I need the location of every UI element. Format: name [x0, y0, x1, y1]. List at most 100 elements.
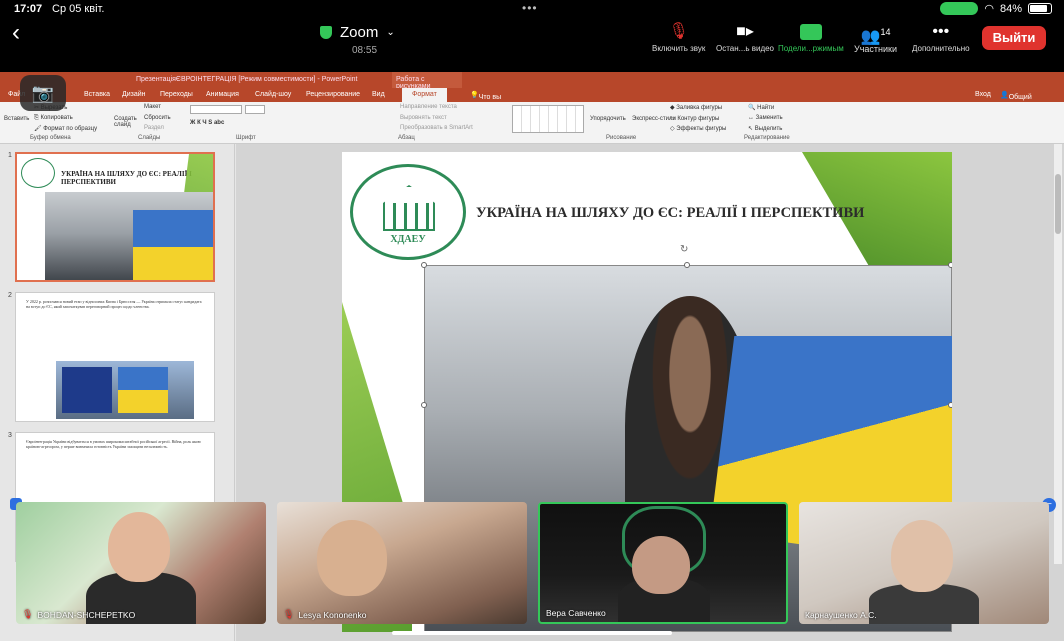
- scrollbar-thumb[interactable]: [1055, 174, 1061, 234]
- thumb-logo: [21, 158, 55, 188]
- find-label: Найти: [757, 105, 775, 111]
- resize-handle-mr[interactable]: [948, 402, 952, 408]
- ppt-ribbon-tabs: Файл Вставка Дизайн Переходы Анимация Сл…: [0, 88, 1064, 115]
- ppt-search-input[interactable]: 💡 Что вы хотите сделать?: [470, 91, 509, 115]
- meeting-timer: 08:55: [352, 45, 378, 56]
- section-button[interactable]: Раздел: [144, 125, 164, 131]
- thumb-2-photo: [56, 361, 194, 419]
- tab-review[interactable]: Рецензирование: [306, 91, 360, 98]
- shape-outline-button[interactable]: ▭ Контур фигуры: [670, 115, 719, 122]
- share-button[interactable]: Подели...ржимым: [778, 22, 844, 53]
- leave-button[interactable]: Выйти: [982, 26, 1046, 50]
- copy-label: Копировать: [40, 115, 73, 121]
- clipboard-group-label: Буфер обмена: [30, 135, 71, 141]
- slides-group-label: Слайды: [138, 135, 161, 141]
- tab-insert[interactable]: Вставка: [84, 91, 110, 98]
- thumb-number-3: 3: [8, 432, 12, 439]
- font-group-label: Шрифт: [236, 135, 256, 141]
- shapes-gallery[interactable]: [512, 105, 584, 133]
- resize-handle-ml[interactable]: [421, 402, 427, 408]
- align-text-button[interactable]: Выровнять текст: [400, 115, 447, 121]
- battery-icon: [1028, 3, 1052, 14]
- logo-roof: [383, 185, 435, 203]
- share-screen-icon: [799, 24, 822, 40]
- more-dots-icon: •••: [932, 23, 950, 40]
- find-button[interactable]: 🔍 Найти: [748, 104, 774, 111]
- battery-percent: 84%: [999, 2, 1022, 15]
- shape-effects-label: Эффекты фигуры: [676, 126, 727, 132]
- participants-button[interactable]: 👥14 Участники: [854, 22, 897, 54]
- call-indicator-icon: [940, 2, 979, 15]
- participant-name-tag: 🎙 BOHDAN-SHCHEPETKO: [22, 609, 135, 620]
- participant-video-tile[interactable]: Карнаушенко А.С.: [799, 502, 1049, 624]
- participant-name: BOHDAN-SHCHEPETKO: [37, 609, 136, 620]
- shape-effects-button[interactable]: ◇ Эффекты фигуры: [670, 125, 726, 132]
- participant-video-tile[interactable]: 🎙 BOHDAN-SHCHEPETKO: [16, 502, 266, 624]
- participant-name: Lesya Kononenko: [298, 609, 367, 620]
- ppt-login-link[interactable]: Вход: [975, 91, 991, 98]
- logo-abbreviation: ХДАЕУ: [390, 234, 426, 245]
- meeting-title[interactable]: Zoom ⌄: [320, 24, 395, 41]
- resize-handle-tc[interactable]: [684, 262, 690, 268]
- new-slide-button[interactable]: Создать слайд: [114, 116, 140, 128]
- ppt-share-link[interactable]: 👤 Общий доступ: [1000, 91, 1032, 108]
- resize-handle-tr[interactable]: [948, 262, 952, 268]
- ppt-titlebar: ПрезентаціяЄВРОІНТЕГРАЦІЯ [Режим совмест…: [0, 72, 1064, 90]
- tab-animation[interactable]: Анимация: [206, 91, 239, 98]
- tab-format[interactable]: Формат: [402, 88, 447, 102]
- tab-design[interactable]: Дизайн: [122, 91, 146, 98]
- participants-count: 14: [880, 27, 891, 37]
- resize-handle-tl[interactable]: [421, 262, 427, 268]
- logo-columns: [383, 203, 435, 231]
- paragraph-group-label: Абзац: [398, 135, 415, 141]
- format-painter-button[interactable]: 🖌 Формат по образцу: [34, 125, 97, 132]
- tab-transitions[interactable]: Переходы: [160, 91, 193, 98]
- layout-button[interactable]: Макет: [144, 104, 161, 110]
- video-camera-icon: ■▸: [736, 23, 754, 40]
- copy-button[interactable]: ⎘ Копировать: [34, 115, 73, 122]
- smartart-button[interactable]: Преобразовать в SmartArt: [400, 125, 473, 131]
- status-time: 17:07: [14, 3, 43, 15]
- multitask-dots-icon[interactable]: •••: [522, 1, 538, 15]
- participant-name-tag: 🎙 Lesya Kononenko: [283, 609, 367, 620]
- zoom-toolbar: ‹ Zoom ⌄ 08:55 🎙 Включить звук ■▸ Остан.…: [0, 18, 1064, 68]
- font-size-select[interactable]: [245, 105, 265, 114]
- zoom-window: 17:07 Ср 05 квіт. ••• ◠ 84% ‹ Zoom ⌄ 08:…: [0, 0, 1064, 641]
- select-button[interactable]: ↖ Выделить: [748, 125, 782, 132]
- screenshot-camera-icon[interactable]: 📷: [20, 75, 66, 111]
- arrange-button[interactable]: Упорядочить: [590, 116, 626, 122]
- participant-face: [632, 536, 690, 594]
- stop-video-button[interactable]: ■▸ Остан...ь видео: [716, 22, 774, 53]
- paste-button[interactable]: Вставить: [4, 116, 29, 122]
- font-format-buttons[interactable]: Ж К Ч S abc: [190, 120, 224, 126]
- font-family-select[interactable]: [190, 105, 242, 114]
- replace-button[interactable]: ↔ Заменить: [748, 115, 783, 121]
- participant-name-tag: Карнаушенко А.С.: [805, 610, 877, 620]
- ppt-ribbon: Вставить ✂ Вырезать ⎘ Копировать 🖌 Форма…: [0, 102, 1064, 144]
- tab-slideshow[interactable]: Слайд-шоу: [255, 91, 291, 98]
- back-chevron-icon[interactable]: ‹: [12, 21, 34, 45]
- rotate-handle-icon[interactable]: ↻: [680, 244, 688, 255]
- slide-thumbnail-2[interactable]: У 2022 р. розпочався новий етап у віднос…: [15, 292, 215, 422]
- ukraine-flag-image-2: [118, 367, 168, 413]
- text-direction-button[interactable]: Направление текста: [400, 104, 457, 110]
- tab-view[interactable]: Вид: [372, 91, 385, 98]
- reset-button[interactable]: Сбросить: [144, 115, 171, 121]
- participant-face: [891, 520, 953, 592]
- ppt-context-tab-group: Работа с рисунками: [392, 72, 462, 90]
- thumb-2-text: У 2022 р. розпочався новий етап у віднос…: [26, 299, 202, 309]
- home-indicator[interactable]: [392, 631, 672, 635]
- mic-muted-icon: 🎙: [283, 609, 295, 619]
- participant-video-tile[interactable]: 🎙 Lesya Kononenko: [277, 502, 527, 624]
- slide-title[interactable]: УКРАЇНА НА ШЛЯХУ ДО ЄС: РЕАЛІЇ І ПЕРСПЕК…: [476, 205, 864, 222]
- shape-outline-label: Контур фигуры: [677, 116, 720, 122]
- unmute-button[interactable]: 🎙 Включить звук: [652, 22, 705, 53]
- shape-fill-label: Заливка фигуры: [676, 105, 723, 111]
- more-button[interactable]: ••• Дополнительно: [912, 22, 970, 53]
- participant-video-tile-active[interactable]: Вера Савченко: [538, 502, 788, 624]
- wifi-icon: ◠: [984, 3, 994, 15]
- slide-thumbnail-1[interactable]: УКРАЇНА НА ШЛЯХУ ДО ЄС: РЕАЛІЇ І ПЕРСПЕК…: [15, 152, 215, 282]
- thumb-number-1: 1: [8, 152, 12, 159]
- share-label: Подели...ржимым: [778, 44, 844, 53]
- shape-fill-button[interactable]: ◆ Заливка фигуры: [670, 104, 722, 111]
